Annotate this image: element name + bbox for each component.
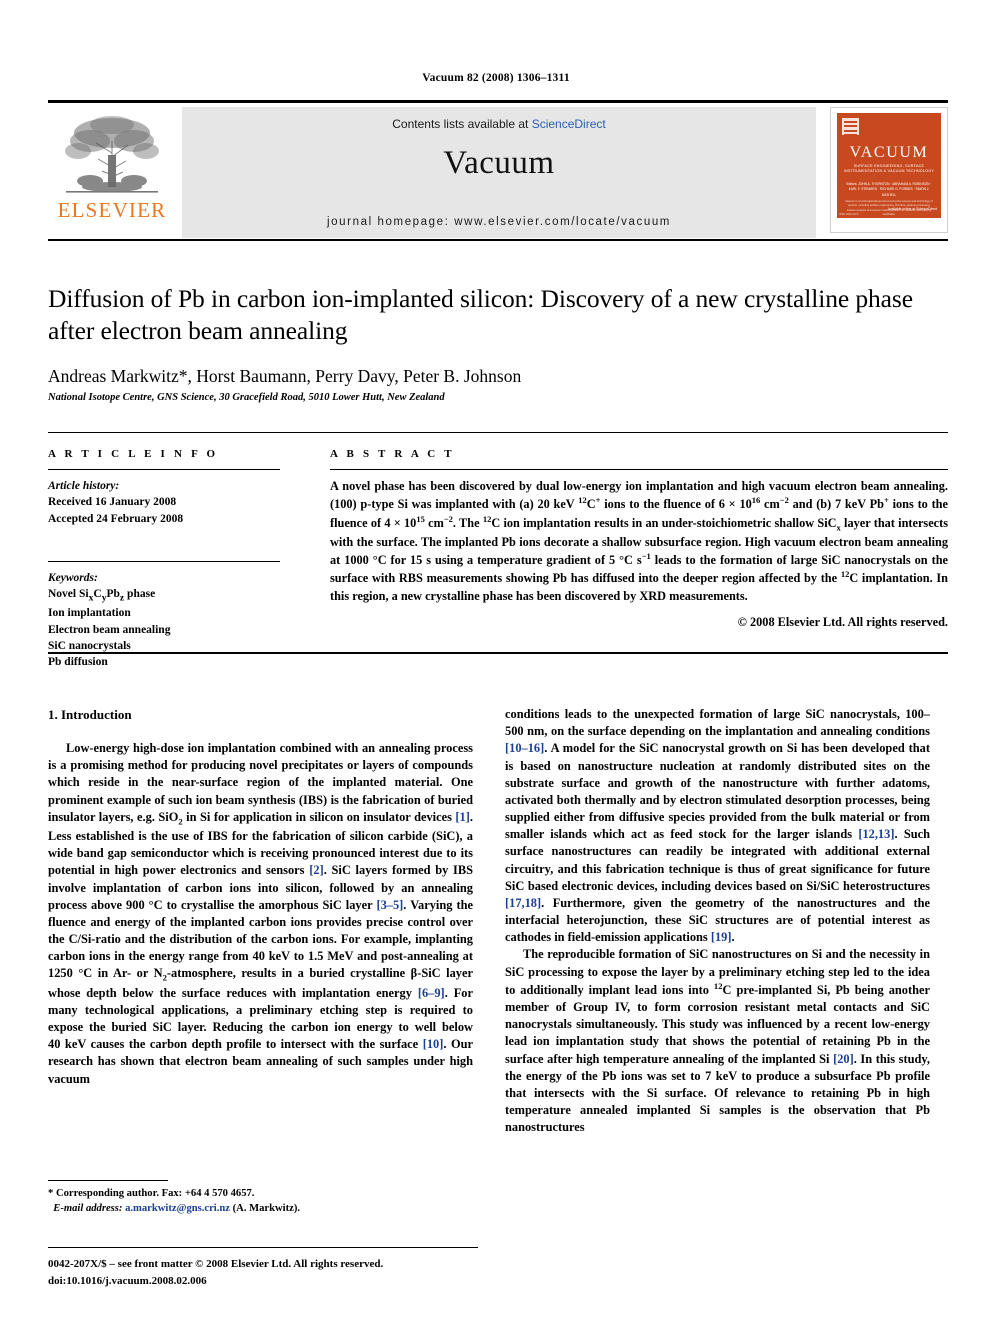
imprint-block: 0042-207X/$ – see front matter © 2008 El… <box>48 1256 508 1289</box>
cover-title: VACUUM <box>849 144 929 161</box>
body-paragraph: The reproducible formation of SiC nanost… <box>505 947 930 1135</box>
article-info-heading: A R T I C L E I N F O <box>48 448 219 460</box>
citation-link[interactable]: [19] <box>711 930 732 944</box>
email-label: E-mail address: <box>53 1203 123 1215</box>
citation-link[interactable]: [17,18] <box>505 896 541 910</box>
page-title: Diffusion of Pb in carbon ion-implanted … <box>48 284 913 346</box>
section-heading-introduction: 1. Introduction <box>48 707 132 722</box>
citation-link[interactable]: [6–9] <box>418 986 445 1000</box>
info-divider-top <box>48 432 948 433</box>
author-list: Andreas Markwitz*, Horst Baumann, Perry … <box>48 366 928 387</box>
email-note: E-mail address: a.markwitz@gns.cri.nz (A… <box>48 1201 478 1216</box>
email-owner: (A. Markwitz). <box>232 1203 301 1215</box>
keywords-block: Keywords: Novel SixCyPbz phase Ion impla… <box>48 560 280 671</box>
citation-link[interactable]: [1] <box>455 810 469 824</box>
keywords-label: Keywords: <box>48 571 98 584</box>
issn-copyright-line: 0042-207X/$ – see front matter © 2008 El… <box>48 1258 384 1270</box>
footnote-block: * Corresponding author. Fax: +64 4 570 4… <box>48 1186 478 1217</box>
abstract-text: A novel phase has been discovered by dua… <box>330 479 949 603</box>
abstract-rule <box>330 469 948 470</box>
citation-link[interactable]: [10–16] <box>505 741 544 755</box>
history-accepted: Accepted 24 February 2008 <box>48 512 184 525</box>
cover-footer-left: ISSN 0042-207X <box>839 213 859 216</box>
journal-homepage[interactable]: journal homepage: www.elsevier.com/locat… <box>182 216 816 228</box>
corresponding-author-note: * Corresponding author. Fax: +64 4 570 4… <box>48 1188 255 1199</box>
sciencedirect-link[interactable]: ScienceDirect <box>532 117 606 131</box>
body-paragraph: conditions leads to the unexpected forma… <box>505 707 930 945</box>
citation-link[interactable]: [10] <box>423 1037 444 1051</box>
keywords-rule <box>48 560 280 562</box>
info-divider-bottom <box>48 652 948 654</box>
citation-link[interactable]: [2] <box>309 863 323 877</box>
cover-publisher-mark <box>842 118 859 136</box>
body-column-right: conditions leads to the unexpected forma… <box>505 706 930 1200</box>
publisher-name: ELSEVIER <box>57 198 167 222</box>
affiliation: National Isotope Centre, GNS Science, 30… <box>48 392 445 403</box>
contents-line: Contents lists available at ScienceDirec… <box>182 117 816 131</box>
journal-cover-thumbnail: VACUUM SURFACE ENGINEERING, SURFACE INST… <box>830 107 948 233</box>
abstract-copyright: © 2008 Elsevier Ltd. All rights reserved… <box>737 614 948 629</box>
sciencedirect-band: Contents lists available at ScienceDirec… <box>182 107 816 238</box>
running-head: Vacuum 82 (2008) 1306–1311 <box>422 72 570 84</box>
article-info-rule <box>48 469 280 470</box>
citation-link[interactable]: [3–5] <box>376 898 403 912</box>
cover-subtitle: SURFACE ENGINEERING, SURFACE INSTRUMENTA… <box>843 164 935 174</box>
abstract-block: A B S T R A C T A novel phase has been d… <box>330 448 948 630</box>
keyword-item: Novel SixCyPbz phase <box>48 588 156 604</box>
citation-link[interactable]: [20] <box>833 1052 854 1066</box>
article-info-block: A R T I C L E I N F O Article history: R… <box>48 448 280 671</box>
doi-line: doi:10.1016/j.vacuum.2008.02.006 <box>48 1274 207 1287</box>
keyword-item: Electron beam annealing <box>48 623 171 636</box>
title-divider <box>48 239 948 241</box>
body-paragraph: Low-energy high-dose ion implantation co… <box>48 741 473 1086</box>
imprint-divider <box>48 1247 478 1248</box>
citation-link[interactable]: [12,13] <box>858 827 894 841</box>
body-column-left: 1. Introduction Low-energy high-dose ion… <box>48 706 473 1166</box>
cover-footer-right: Available online at ScienceDirect <box>887 206 937 211</box>
publisher-logo-block: ELSEVIER <box>48 107 176 238</box>
keyword-item: Ion implantation <box>48 607 131 620</box>
author-names: Andreas Markwitz*, Horst Baumann, Perry … <box>48 366 522 386</box>
history-label: Article history: <box>48 480 120 492</box>
paper-page: Vacuum 82 (2008) 1306–1311 ELSEVIER Cont… <box>0 0 992 1323</box>
keyword-item: Pb diffusion <box>48 656 108 669</box>
contents-prefix: Contents lists available at <box>392 117 529 131</box>
email-link[interactable]: a.markwitz@gns.cri.nz <box>125 1203 230 1214</box>
elsevier-tree-logo <box>65 116 159 193</box>
journal-masthead: ELSEVIER Contents lists available at Sci… <box>48 100 948 238</box>
journal-cover-block: VACUUM SURFACE ENGINEERING, SURFACE INST… <box>822 107 948 238</box>
cover-editors: Editors: JOHN A. THORNTON · ABRAHAM A. R… <box>846 182 932 197</box>
journal-title: Vacuum <box>443 145 555 181</box>
history-received: Received 16 January 2008 <box>48 496 177 509</box>
abstract-heading: A B S T R A C T <box>330 448 455 460</box>
footnote-divider <box>48 1180 168 1181</box>
